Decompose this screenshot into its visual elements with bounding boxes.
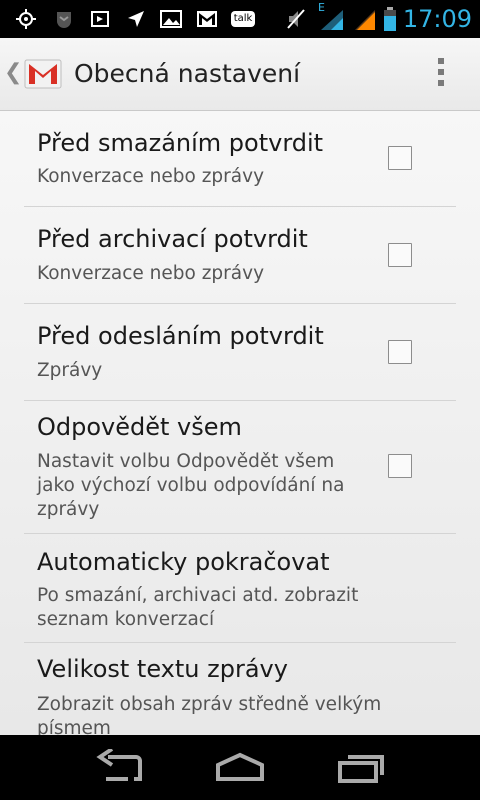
setting-summary: Konverzace nebo zprávy [37,166,265,187]
setting-title: Před smazáním potvrdit [37,129,324,157]
network-type: E [318,1,325,14]
signal-icon-2 [352,8,378,30]
setting-auto-advance[interactable]: Automaticky pokračovat Po smazání, archi… [24,534,456,643]
setting-summary: Nastavit volbu Odpovědět všem jako výcho… [37,451,345,520]
reply-all-checkbox[interactable] [388,454,412,478]
android-icon [52,8,76,30]
back-icon[interactable] [94,747,146,785]
setting-confirm-archive[interactable]: Před archivací potvrdit Konverzace nebo … [24,207,456,304]
navigation-bar [0,735,480,800]
confirm-send-checkbox[interactable] [388,340,412,364]
up-caret-icon[interactable]: ❮ [4,60,22,86]
setting-title: Velikost textu zprávy [37,655,288,683]
gmail-app-icon[interactable] [22,52,64,94]
gps-icon [14,8,38,30]
page-title: Obecná nastavení [74,59,301,88]
confirm-delete-checkbox[interactable] [388,146,412,170]
confirm-archive-checkbox[interactable] [388,243,412,267]
mute-icon [284,8,308,30]
talk-icon: talk [228,8,258,30]
setting-message-text-size[interactable]: Velikost textu zprávy Zobrazit obsah zpr… [24,643,456,735]
sync-icon [88,8,112,30]
setting-title: Automaticky pokračovat [37,548,330,576]
setting-summary: Konverzace nebo zprávy [37,263,265,284]
setting-title: Před archivací potvrdit [37,225,308,253]
setting-summary: Po smazání, archivaci atd. zobrazit sezn… [37,585,359,630]
settings-list: Před smazáním potvrdit Konverzace nebo z… [0,111,480,735]
location-arrow-icon [124,8,148,30]
recent-apps-icon[interactable] [336,749,388,785]
overflow-menu-icon[interactable] [438,58,446,90]
gmail-notification-icon [194,8,220,30]
setting-summary: Zprávy [37,360,103,381]
action-bar: ❮ Obecná nastavení [0,38,480,111]
image-icon [158,8,184,30]
battery-icon [382,7,398,31]
setting-confirm-delete[interactable]: Před smazáním potvrdit Konverzace nebo z… [24,111,456,207]
setting-title: Odpovědět všem [37,413,242,441]
status-time: 17:09 [402,5,472,33]
signal-icon-1: E [318,2,346,30]
talk-label: talk [230,11,256,27]
status-bar: talk E 17:09 [0,0,480,38]
home-icon[interactable] [214,749,266,785]
setting-summary: Zobrazit obsah zpráv středně velkým písm… [37,694,382,735]
setting-title: Před odesláním potvrdit [37,322,324,350]
setting-reply-all[interactable]: Odpovědět všem Nastavit volbu Odpovědět … [24,401,456,534]
setting-confirm-send[interactable]: Před odesláním potvrdit Zprávy [24,304,456,401]
